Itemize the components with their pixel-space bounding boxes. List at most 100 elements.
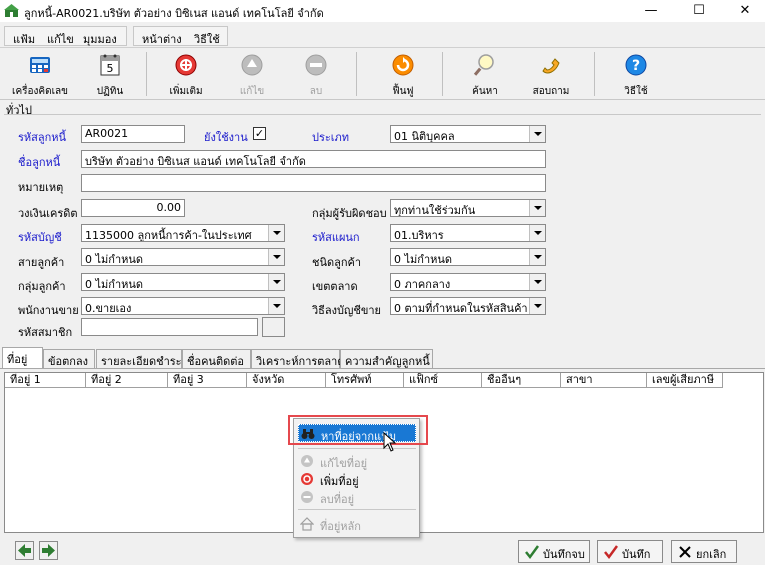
menu-view[interactable]: มุมมอง bbox=[83, 30, 117, 48]
search-button[interactable]: ค้นหา bbox=[454, 50, 516, 98]
customer-group-select[interactable]: 0 ไม่กำหนด bbox=[81, 273, 285, 291]
close-icon bbox=[679, 546, 691, 558]
calculator-button[interactable]: เครื่องคิดเลข bbox=[4, 50, 76, 98]
type-value: 01 นิติบุคคล bbox=[394, 130, 455, 143]
ctx-delete-label: ลบที่อยู่ bbox=[320, 493, 355, 506]
mouse-cursor-icon bbox=[383, 432, 397, 452]
type-label: ประเภท bbox=[312, 131, 350, 144]
inquiry-label: สอบถาม bbox=[532, 86, 570, 97]
ctx-separator bbox=[298, 448, 416, 449]
tab-contacts[interactable]: ชื่อคนติดต่อ bbox=[182, 349, 251, 368]
grid-header-address2[interactable]: ที่อยู่ 2 bbox=[86, 373, 168, 388]
chevron-down-icon bbox=[529, 249, 545, 265]
customer-name-input[interactable]: บริษัท ตัวอย่าง บิซิเนส แอนด์ เทคโนโลยี … bbox=[81, 150, 546, 168]
salesperson-select[interactable]: 0.ขายเอง bbox=[81, 297, 285, 315]
chevron-down-icon bbox=[529, 225, 545, 241]
edit-icon bbox=[301, 455, 313, 467]
ctx-main-label: ที่อยู่หลัก bbox=[320, 520, 361, 533]
customer-code-input[interactable]: AR0021 bbox=[81, 125, 185, 143]
customer-line-select[interactable]: 0 ไม่กำหนด bbox=[81, 248, 285, 266]
tab-address[interactable]: ที่อยู่ bbox=[2, 347, 43, 369]
ctx-separator bbox=[298, 509, 416, 510]
add-button[interactable]: เพิ่มเติม bbox=[158, 50, 214, 98]
chevron-down-icon bbox=[529, 274, 545, 290]
chevron-down-icon bbox=[268, 225, 284, 241]
menu-group-main: แฟ้ม แก้ไข มุมมอง bbox=[4, 26, 127, 46]
delete-button[interactable]: ลบ bbox=[288, 50, 344, 98]
member-code-label: รหัสสมาชิก bbox=[18, 326, 73, 339]
customer-name-label: ชื่อลูกหนี้ bbox=[18, 156, 61, 169]
market-zone-value: 0 ภาคกลาง bbox=[394, 278, 451, 291]
close-button[interactable]: ✕ bbox=[722, 0, 765, 22]
cancel-label: ยกเลิก bbox=[696, 548, 727, 561]
salesperson-value: 0.ขายเอง bbox=[85, 302, 132, 315]
ctx-edit-address[interactable]: แก้ไขที่อยู่ bbox=[298, 452, 416, 470]
add-icon bbox=[301, 473, 313, 485]
help-button[interactable]: ? วิธีใช้ bbox=[606, 50, 666, 98]
menu-window[interactable]: หน้าต่าง bbox=[142, 30, 182, 48]
grid-header-fax[interactable]: แฟ็กซ์ bbox=[404, 373, 482, 388]
salesperson-label: พนักงานขาย bbox=[18, 304, 79, 317]
minimize-button[interactable]: — bbox=[628, 0, 674, 22]
restore-button[interactable]: ฟื้นฟู bbox=[372, 50, 434, 98]
customer-type-select[interactable]: 0 ไม่กำหนด bbox=[390, 248, 546, 266]
member-code-input[interactable] bbox=[81, 318, 258, 336]
market-zone-label: เขตตลาด bbox=[312, 280, 358, 293]
delete-icon bbox=[305, 54, 327, 76]
next-button[interactable] bbox=[39, 541, 58, 560]
customer-group-label: กลุ่มลูกค้า bbox=[18, 280, 66, 293]
active-checkbox[interactable]: ✓ bbox=[253, 127, 266, 140]
menu-edit[interactable]: แก้ไข bbox=[47, 30, 74, 48]
grid-header-phone[interactable]: โทรศัพท์ bbox=[326, 373, 404, 388]
credit-limit-input[interactable]: 0.00 bbox=[81, 199, 185, 217]
chevron-down-icon bbox=[268, 298, 284, 314]
sales-accounting-value: 0 ตามที่กำหนดในรหัสสินค้า bbox=[394, 302, 528, 315]
edit-button[interactable]: แก้ไข bbox=[224, 50, 280, 98]
toolbar-separator bbox=[594, 52, 595, 96]
help-label: วิธีใช้ bbox=[624, 86, 648, 97]
inquiry-button[interactable]: สอบถาม bbox=[520, 50, 582, 98]
ctx-main-address[interactable]: ที่อยู่หลัก bbox=[298, 515, 416, 533]
calculator-label: เครื่องคิดเลข bbox=[12, 86, 68, 97]
save-close-label: บันทึกจบ bbox=[543, 548, 585, 561]
account-code-select[interactable]: 1135000 ลูกหนี้การค้า-ในประเทศ bbox=[81, 224, 285, 242]
tab-agreement[interactable]: ข้อตกลง bbox=[43, 349, 95, 368]
chevron-down-icon bbox=[529, 200, 545, 216]
svg-text:?: ? bbox=[632, 58, 640, 74]
sales-accounting-select[interactable]: 0 ตามที่กำหนดในรหัสสินค้า bbox=[390, 297, 546, 315]
menu-file[interactable]: แฟ้ม bbox=[13, 30, 35, 48]
tab-customer-priority[interactable]: ความสำคัญลูกหนี้ bbox=[340, 349, 433, 368]
grid-header-other-names[interactable]: ชื่ออื่นๆ bbox=[482, 373, 561, 388]
restore-icon bbox=[392, 54, 414, 76]
menu-help[interactable]: วิธีใช้ bbox=[194, 30, 220, 48]
customer-line-value: 0 ไม่กำหนด bbox=[85, 253, 144, 266]
tab-payment-details[interactable]: รายละเอียดชำระ bbox=[96, 349, 182, 368]
member-lookup-button[interactable] bbox=[262, 317, 285, 337]
department-label: รหัสแผนก bbox=[312, 231, 360, 244]
calendar-button[interactable]: 5 ปฏิทิน bbox=[82, 50, 138, 98]
ctx-add-address[interactable]: เพิ่มที่อยู่ bbox=[298, 470, 416, 488]
ctx-delete-address[interactable]: ลบที่อยู่ bbox=[298, 488, 416, 506]
grid-header-address1[interactable]: ที่อยู่ 1 bbox=[5, 373, 86, 388]
previous-button[interactable] bbox=[15, 541, 34, 560]
responsible-group-select[interactable]: ทุกท่านใช้ร่วมกัน bbox=[390, 199, 546, 217]
calculator-icon bbox=[30, 57, 50, 73]
active-label: ยังใช้งาน bbox=[204, 131, 248, 144]
maximize-button[interactable]: ☐ bbox=[676, 0, 722, 22]
type-select[interactable]: 01 นิติบุคคล bbox=[390, 125, 546, 143]
grid-header-province[interactable]: จังหวัด bbox=[247, 373, 326, 388]
save-button[interactable]: บันทึก bbox=[597, 540, 663, 563]
grid-header-tax-id[interactable]: เลขผู้เสียภาษี bbox=[647, 373, 723, 388]
check-icon bbox=[525, 545, 540, 560]
cancel-button[interactable]: ยกเลิก bbox=[671, 540, 737, 563]
calendar-icon: 5 bbox=[100, 54, 120, 76]
market-zone-select[interactable]: 0 ภาคกลาง bbox=[390, 273, 546, 291]
grid-header-address3[interactable]: ที่อยู่ 3 bbox=[168, 373, 247, 388]
chevron-down-icon bbox=[529, 298, 545, 314]
tab-market-analysis[interactable]: วิเคราะห์การตลาด bbox=[251, 349, 345, 368]
grid-header-branch[interactable]: สาขา bbox=[561, 373, 647, 388]
department-select[interactable]: 01.บริหาร bbox=[390, 224, 546, 242]
save-close-button[interactable]: บันทึกจบ bbox=[518, 540, 590, 563]
chevron-down-icon bbox=[268, 274, 284, 290]
note-input[interactable] bbox=[81, 174, 546, 192]
